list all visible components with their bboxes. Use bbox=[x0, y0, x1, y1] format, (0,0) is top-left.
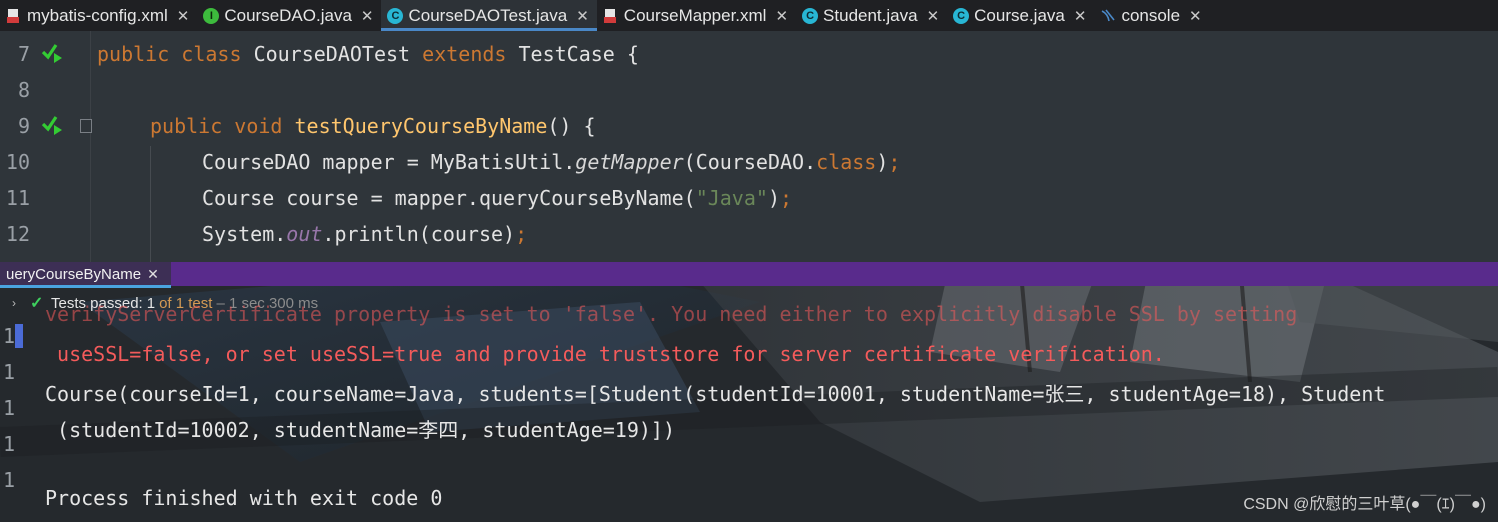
console-line-number: 1 bbox=[3, 324, 16, 348]
tab-course[interactable]: C Course.java ✕ bbox=[947, 0, 1094, 31]
xml-file-icon bbox=[603, 8, 619, 24]
class-icon: C bbox=[953, 7, 970, 24]
code-text: Course course = mapper.queryCourseByName… bbox=[202, 186, 793, 210]
editor-tab-bar: mybatis-config.xml ✕ I CourseDAO.java ✕ … bbox=[0, 0, 1498, 31]
interface-icon: I bbox=[203, 7, 220, 24]
console-output-line: Course(courseId=1, courseName=Java, stud… bbox=[45, 382, 1386, 406]
run-test-icon[interactable] bbox=[40, 41, 64, 67]
selection-marker bbox=[15, 324, 23, 348]
run-tab-label: ueryCourseByName bbox=[6, 265, 142, 283]
check-icon: ✓ bbox=[30, 295, 44, 312]
code-line-12[interactable]: 12 System.out.println(course); bbox=[0, 216, 1498, 252]
line-number: 8 bbox=[17, 78, 30, 102]
tab-label: mybatis-config.xml bbox=[27, 5, 168, 25]
console-output-line: Process finished with exit code 0 bbox=[45, 486, 443, 510]
code-line-7[interactable]: 7 public class CourseDAOTest extends Tes… bbox=[0, 36, 1498, 72]
console-line-number: 1 bbox=[3, 396, 16, 420]
run-tab-query-course[interactable]: ueryCourseByName ✕ bbox=[0, 262, 171, 288]
chevron-right-icon[interactable]: › bbox=[12, 296, 16, 310]
close-icon[interactable]: ✕ bbox=[927, 7, 940, 25]
tab-label: Course.java bbox=[974, 5, 1065, 25]
code-line-10[interactable]: 10 CourseDAO mapper = MyBatisUtil.getMap… bbox=[0, 144, 1498, 180]
console-line-number: 1 bbox=[3, 468, 16, 492]
close-icon[interactable]: ✕ bbox=[361, 7, 374, 25]
code-text: CourseDAO mapper = MyBatisUtil.getMapper… bbox=[202, 150, 901, 174]
class-icon: C bbox=[802, 7, 819, 24]
console-gutter: 1 1 1 1 1 bbox=[0, 318, 22, 522]
run-tool-window: ueryCourseByName ✕ › ✓ Tests passed: 1 o… bbox=[0, 262, 1498, 522]
tab-student[interactable]: C Student.java ✕ bbox=[796, 0, 947, 31]
code-line-11[interactable]: 11 Course course = mapper.queryCourseByN… bbox=[0, 180, 1498, 216]
close-icon[interactable]: ✕ bbox=[147, 266, 159, 283]
tab-label: Student.java bbox=[823, 5, 918, 25]
line-number: 7 bbox=[17, 42, 30, 66]
code-text: public class CourseDAOTest extends TestC… bbox=[97, 42, 639, 66]
console-icon bbox=[1100, 8, 1116, 24]
code-line-9[interactable]: 9 public void testQueryCourseByName() { bbox=[0, 108, 1498, 144]
console-error-line: useSSL=false, or set useSSL=true and pro… bbox=[45, 342, 1165, 366]
console-error-line: verifyServerCertificate property is set … bbox=[45, 302, 1298, 326]
line-number: 12 bbox=[5, 222, 30, 246]
tab-label: CourseMapper.xml bbox=[623, 5, 767, 25]
watermark: CSDN @欣慰的三叶草(●￣(ｴ)￣●) bbox=[1243, 496, 1486, 513]
code-text: System.out.println(course); bbox=[202, 222, 528, 246]
tab-label: CourseDAOTest.java bbox=[408, 5, 568, 25]
close-icon[interactable]: ✕ bbox=[775, 7, 788, 25]
code-text: public void testQueryCourseByName() { bbox=[150, 114, 596, 138]
tab-course-dao[interactable]: I CourseDAO.java ✕ bbox=[197, 0, 381, 31]
line-number: 9 bbox=[17, 114, 30, 138]
tab-mybatis-config[interactable]: mybatis-config.xml ✕ bbox=[0, 0, 197, 31]
close-icon[interactable]: ✕ bbox=[1074, 7, 1087, 25]
xml-file-icon bbox=[6, 8, 22, 24]
tab-course-mapper[interactable]: CourseMapper.xml ✕ bbox=[597, 0, 796, 31]
line-number: 10 bbox=[5, 150, 30, 174]
class-icon: C bbox=[387, 7, 404, 24]
run-test-icon[interactable] bbox=[40, 113, 64, 139]
line-number: 11 bbox=[5, 186, 30, 210]
console-line-number: 1 bbox=[3, 432, 16, 456]
code-editor[interactable]: 7 public class CourseDAOTest extends Tes… bbox=[0, 31, 1498, 262]
code-line-8[interactable]: 8 bbox=[0, 72, 1498, 108]
close-icon[interactable]: ✕ bbox=[1189, 7, 1202, 25]
console-line-number: 1 bbox=[3, 360, 16, 384]
close-icon[interactable]: ✕ bbox=[576, 7, 589, 25]
close-icon[interactable]: ✕ bbox=[177, 7, 190, 25]
console-output-line: (studentId=10002, studentName=李四, studen… bbox=[45, 418, 676, 442]
tab-console[interactable]: console ✕ bbox=[1094, 0, 1209, 31]
run-tab-bar: ueryCourseByName ✕ bbox=[0, 262, 1498, 288]
tab-label: console bbox=[1121, 5, 1181, 25]
tab-course-dao-test[interactable]: C CourseDAOTest.java ✕ bbox=[381, 0, 598, 31]
fold-icon[interactable] bbox=[80, 119, 92, 133]
tab-label: CourseDAO.java bbox=[224, 5, 352, 25]
